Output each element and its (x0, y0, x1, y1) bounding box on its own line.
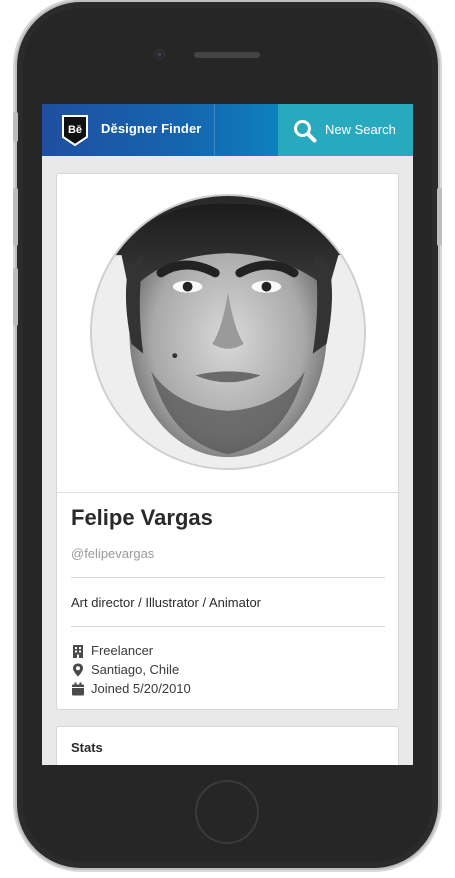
joined-row: Joined 5/20/2010 (71, 681, 191, 696)
power-button (437, 188, 442, 246)
search-icon (294, 120, 317, 143)
profile-handle[interactable]: @felipevargas (71, 546, 154, 561)
calendar-icon (72, 682, 84, 695)
profile-role: Art director / Illustrator / Animator (71, 595, 262, 610)
brand[interactable]: Bē Dĕsigner Finder (42, 104, 214, 156)
app-title: Dĕsigner Finder (101, 121, 202, 136)
mute-switch (13, 112, 18, 142)
location-row: Santiago, Chile (71, 662, 179, 677)
home-button (195, 780, 259, 844)
map-pin-icon (73, 663, 83, 676)
stats-title: Stats (71, 740, 103, 755)
avatar-section (57, 174, 398, 493)
volume-up-button (13, 188, 18, 246)
new-search-label: New Search (325, 122, 396, 137)
app-screen: Bē Dĕsigner Finder New Search Felipe Var… (42, 104, 413, 765)
logo-text: Bē (68, 124, 82, 136)
earpiece-speaker (194, 52, 260, 58)
top-bar: Bē Dĕsigner Finder New Search (42, 104, 413, 156)
profile-card: Felipe Vargas @felipevargas Art director… (56, 173, 399, 710)
divider (71, 626, 385, 627)
company-text: Freelancer (91, 643, 154, 658)
location-text: Santiago, Chile (91, 662, 180, 677)
volume-down-button (13, 268, 18, 326)
divider (71, 577, 385, 578)
profile-name: Felipe Vargas (71, 505, 213, 530)
company-row: Freelancer (71, 643, 153, 658)
joined-text: Joined 5/20/2010 (91, 681, 191, 696)
front-camera (154, 49, 165, 60)
building-icon (73, 644, 83, 658)
avatar (90, 194, 366, 470)
new-search-button[interactable]: New Search (278, 104, 413, 156)
stats-card: Stats (56, 726, 399, 765)
header-divider (214, 104, 215, 156)
behance-shield-icon: Bē (62, 115, 88, 147)
avatar-image (92, 196, 364, 468)
